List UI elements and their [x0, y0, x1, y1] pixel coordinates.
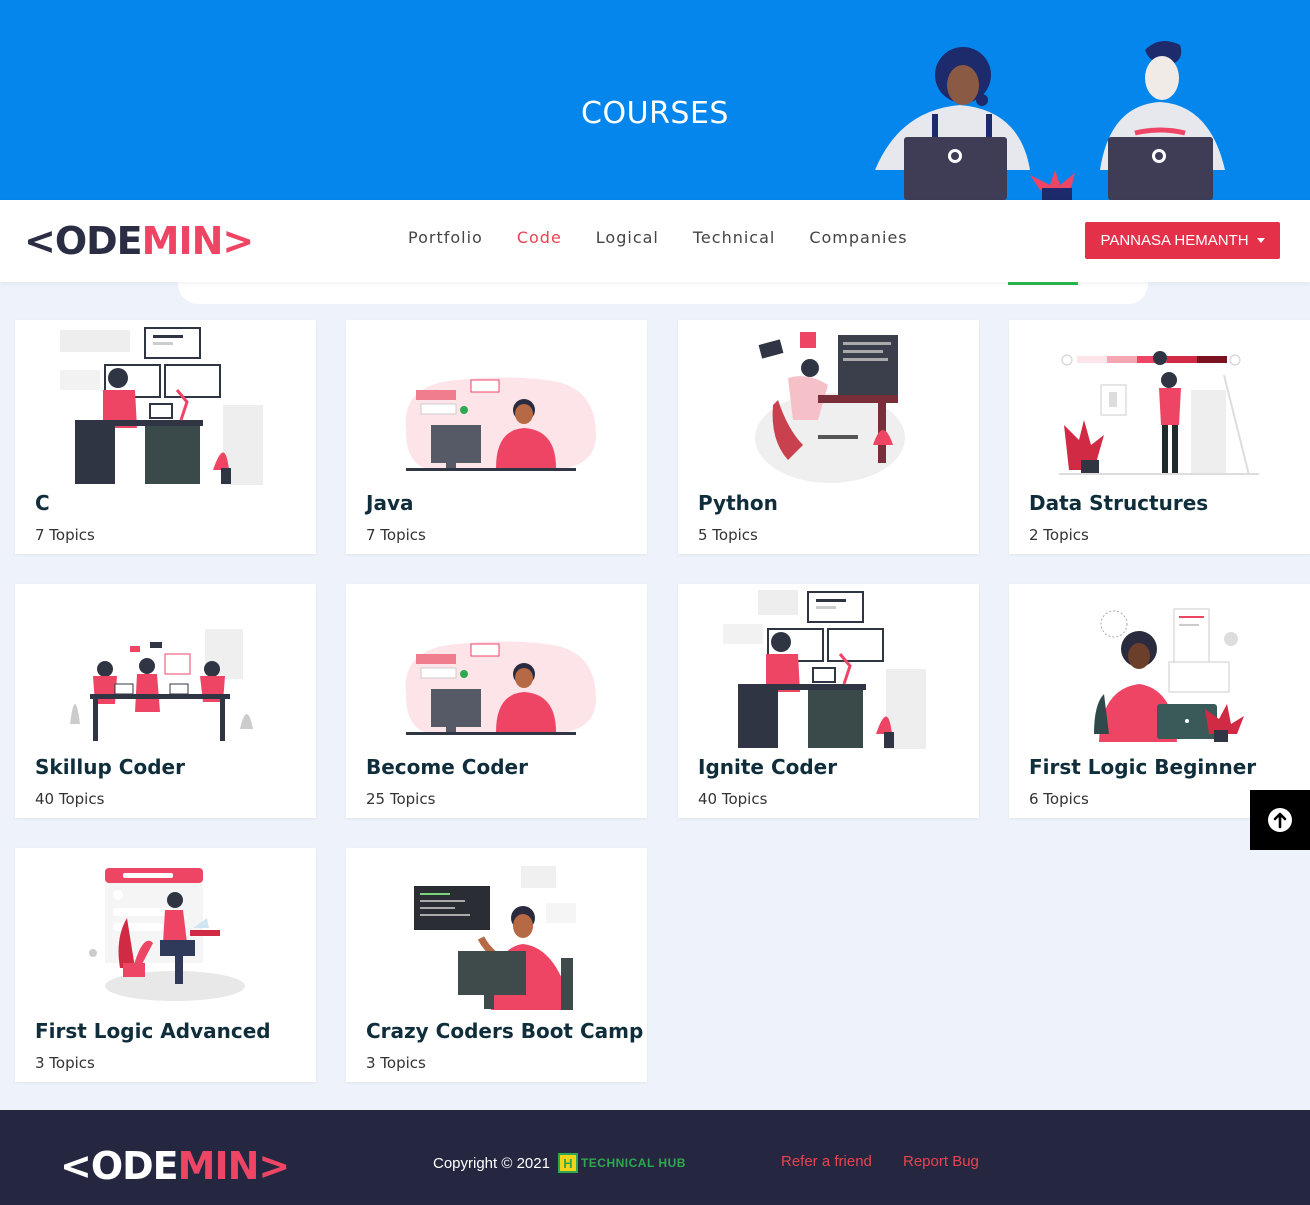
nav-logical[interactable]: Logical — [596, 228, 659, 247]
data-structures-illustration — [1059, 351, 1259, 476]
course-card-c[interactable]: C 7 Topics — [15, 320, 316, 554]
laptop-coder-illustration — [1094, 608, 1244, 742]
course-title: Become Coder — [366, 755, 528, 779]
logo-left-text: <ODE — [24, 219, 143, 263]
course-topics-count: 6 Topics — [1029, 790, 1089, 808]
copyright: Copyright © 2021 H TECHNICAL HUB — [433, 1153, 686, 1173]
main-navbar: <ODEMIN> Portfolio Code Logical Technica… — [0, 200, 1310, 282]
hero-illustration — [875, 41, 1225, 200]
logo-left-text: <ODE — [60, 1144, 179, 1188]
hero-banner: COURSES — [0, 0, 1310, 200]
course-topics-count: 7 Topics — [366, 526, 426, 544]
technical-hub-text: TECHNICAL HUB — [580, 1156, 686, 1170]
arrow-up-icon — [1268, 808, 1292, 832]
course-card-python[interactable]: Python 5 Topics — [678, 320, 979, 554]
refer-a-friend-link[interactable]: Refer a friend — [781, 1153, 872, 1170]
user-menu-button[interactable]: PANNASA HEMANTH — [1085, 222, 1280, 259]
team-coding-illustration — [70, 629, 253, 741]
course-topics-count: 2 Topics — [1029, 526, 1089, 544]
course-card-first-logic-advanced[interactable]: First Logic Advanced 3 Topics — [15, 848, 316, 1082]
course-title: First Logic Beginner — [1029, 755, 1257, 779]
course-topics-count: 5 Topics — [698, 526, 758, 544]
laptop-chair-illustration — [89, 868, 245, 1001]
copyright-text: Copyright © 2021 — [433, 1154, 550, 1172]
course-card-ignite-coder[interactable]: Ignite Coder 40 Topics — [678, 584, 979, 818]
developer-desk-illustration — [60, 327, 263, 485]
course-topics-count: 25 Topics — [366, 790, 436, 808]
site-footer: <ODEMIN> Copyright © 2021 H TECHNICAL HU… — [0, 1110, 1310, 1205]
course-topics-count: 3 Topics — [366, 1054, 426, 1072]
logo-right-text: MIN> — [141, 219, 255, 263]
course-title: Ignite Coder — [698, 755, 838, 779]
course-card-skillup-coder[interactable]: Skillup Coder 40 Topics — [15, 584, 316, 818]
logo-right-text: MIN> — [177, 1144, 291, 1188]
brand-logo[interactable]: <ODEMIN> — [24, 219, 255, 263]
footer-logo[interactable]: <ODEMIN> — [60, 1144, 291, 1188]
nav-portfolio[interactable]: Portfolio — [408, 228, 483, 247]
course-topics-count: 40 Topics — [698, 790, 768, 808]
nav-technical[interactable]: Technical — [693, 228, 775, 247]
developer-desk-illustration — [723, 590, 926, 749]
developer-monitor-illustration — [405, 641, 596, 735]
user-name: PANNASA HEMANTH — [1100, 232, 1249, 249]
course-topics-count: 7 Topics — [35, 526, 95, 544]
report-bug-link[interactable]: Report Bug — [903, 1153, 979, 1170]
nav-companies[interactable]: Companies — [809, 228, 907, 247]
course-title: Skillup Coder — [35, 755, 185, 779]
nav-code[interactable]: Code — [517, 228, 562, 247]
course-title: First Logic Advanced — [35, 1019, 271, 1043]
presenter-coder-illustration — [414, 866, 576, 1010]
course-card-crazy-coders-boot-camp[interactable]: Crazy Coders Boot Camp 3 Topics — [346, 848, 647, 1082]
developer-monitor-illustration — [405, 377, 596, 471]
caret-down-icon — [1256, 238, 1265, 243]
course-card-become-coder[interactable]: Become Coder 25 Topics — [346, 584, 647, 818]
technical-hub-logo[interactable]: H TECHNICAL HUB — [557, 1153, 686, 1173]
scroll-to-top-button[interactable] — [1250, 790, 1310, 850]
course-title: C — [35, 491, 50, 515]
course-card-java[interactable]: Java 7 Topics — [346, 320, 647, 554]
course-title: Python — [698, 491, 778, 515]
course-card-data-structures[interactable]: Data Structures 2 Topics — [1009, 320, 1310, 554]
course-title: Crazy Coders Boot Camp — [366, 1019, 644, 1043]
course-card-first-logic-beginner[interactable]: First Logic Beginner 6 Topics — [1009, 584, 1310, 818]
course-title: Java — [366, 491, 414, 515]
course-topics-count: 40 Topics — [35, 790, 105, 808]
python-developer-illustration — [755, 332, 905, 483]
technical-hub-mark: H — [557, 1153, 578, 1173]
course-topics-count: 3 Topics — [35, 1054, 95, 1072]
tray-accent-bar — [1008, 282, 1078, 285]
course-title: Data Structures — [1029, 491, 1209, 515]
nav-links: Portfolio Code Logical Technical Compani… — [408, 228, 908, 247]
